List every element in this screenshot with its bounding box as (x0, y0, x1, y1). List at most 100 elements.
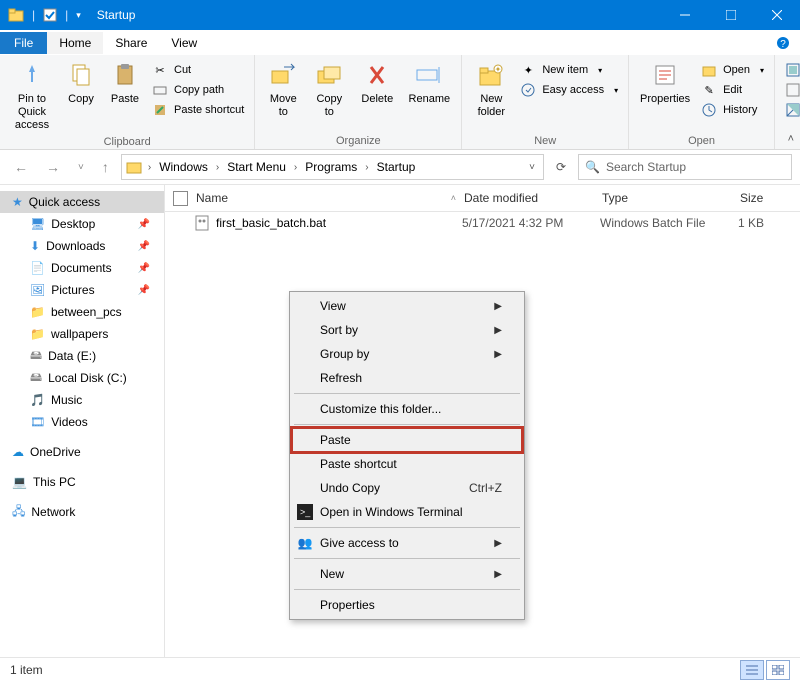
address-dropdown-icon[interactable]: ˅ (529, 162, 539, 173)
title-bar: | | ▾ Startup (0, 0, 800, 30)
copy-path-button[interactable]: Copy path (148, 81, 248, 99)
sidebar-item-network[interactable]: 🖧Network (0, 501, 164, 523)
large-icons-view-button[interactable] (766, 660, 790, 680)
chevron-right-icon[interactable]: › (292, 162, 299, 173)
sidebar-item-music[interactable]: 🎵Music (0, 389, 164, 411)
refresh-button[interactable]: ⟳ (550, 160, 572, 174)
ctx-undo-copy[interactable]: Undo CopyCtrl+Z (292, 476, 522, 500)
sidebar-item-quick-access[interactable]: ★Quick access (0, 191, 164, 213)
status-bar: 1 item (0, 657, 800, 682)
pin-icon (18, 61, 46, 89)
invert-selection-button[interactable]: Invert selection (781, 101, 800, 119)
cut-button[interactable]: ✂Cut (148, 61, 248, 79)
sidebar-item-data-e[interactable]: 🖴Data (E:) (0, 345, 164, 367)
network-icon: 🖧 (12, 502, 25, 523)
sidebar-item-videos[interactable]: 🎞Videos (0, 411, 164, 433)
pin-quick-access-button[interactable]: Pin to Quick access (6, 59, 58, 134)
ctx-sort-by[interactable]: Sort by▶ (292, 318, 522, 342)
breadcrumb[interactable]: Windows (157, 160, 210, 174)
recent-locations-button[interactable]: ˅ (72, 160, 90, 175)
ctx-customize[interactable]: Customize this folder... (292, 397, 522, 421)
group-label: Open (688, 133, 715, 147)
ribbon: Pin to Quick access Copy Paste ✂Cut Copy… (0, 55, 800, 150)
col-size[interactable]: Size (732, 191, 800, 205)
checkbox-icon[interactable] (43, 8, 57, 22)
search-input[interactable]: 🔍 Search Startup (578, 154, 792, 180)
close-button[interactable] (754, 0, 800, 30)
breadcrumb[interactable]: Programs (303, 160, 359, 174)
tab-view[interactable]: View (159, 32, 209, 54)
new-folder-button[interactable]: ✦New folder (468, 59, 514, 121)
group-clipboard: Pin to Quick access Copy Paste ✂Cut Copy… (0, 55, 255, 149)
maximize-button[interactable] (708, 0, 754, 30)
minimize-button[interactable] (662, 0, 708, 30)
back-button[interactable]: ← (8, 157, 34, 177)
col-name[interactable]: Name˄ (188, 191, 456, 205)
history-icon (701, 102, 717, 118)
ctx-paste-shortcut[interactable]: Paste shortcut (292, 452, 522, 476)
sidebar-item-downloads[interactable]: ⬇Downloads📌 (0, 235, 164, 257)
tab-share[interactable]: Share (103, 32, 159, 54)
chevron-right-icon[interactable]: › (146, 162, 153, 173)
collapse-ribbon-icon[interactable]: ˄ (788, 133, 794, 145)
select-all-button[interactable]: Select all (781, 61, 800, 79)
paste-button[interactable]: Paste (104, 59, 146, 108)
new-item-button[interactable]: ✦New item▾ (516, 61, 622, 79)
sidebar-item-wallpapers[interactable]: 📁wallpapers (0, 323, 164, 345)
drive-icon: 🖴 (30, 368, 42, 389)
star-icon: ★ (12, 195, 23, 209)
breadcrumb[interactable]: Startup (375, 160, 418, 174)
chevron-right-icon: ▶ (494, 301, 502, 312)
paste-shortcut-button[interactable]: Paste shortcut (148, 101, 248, 119)
copy-button[interactable]: Copy (60, 59, 102, 108)
file-row[interactable]: first_basic_batch.bat 5/17/2021 4:32 PM … (165, 212, 800, 234)
sidebar-item-documents[interactable]: 📄Documents📌 (0, 257, 164, 279)
ctx-open-terminal[interactable]: >_Open in Windows Terminal (292, 500, 522, 524)
sidebar-item-local-c[interactable]: 🖴Local Disk (C:) (0, 367, 164, 389)
tab-home[interactable]: Home (47, 32, 103, 54)
sidebar-item-pictures[interactable]: 🖼Pictures📌 (0, 279, 164, 301)
ctx-properties[interactable]: Properties (292, 593, 522, 617)
chevron-right-icon[interactable]: › (214, 162, 221, 173)
ctx-new[interactable]: New▶ (292, 562, 522, 586)
col-type[interactable]: Type (594, 191, 732, 205)
details-view-button[interactable] (740, 660, 764, 680)
address-bar[interactable]: › Windows › Start Menu › Programs › Startup… (121, 154, 544, 180)
select-none-button[interactable]: Select none (781, 81, 800, 99)
open-button[interactable]: Open▾ (697, 61, 768, 79)
ctx-refresh[interactable]: Refresh (292, 366, 522, 390)
sidebar-item-onedrive[interactable]: ☁OneDrive (0, 441, 164, 463)
edit-button[interactable]: ✎Edit (697, 81, 768, 99)
forward-button[interactable]: → (40, 157, 66, 177)
ctx-paste[interactable]: Paste (292, 428, 522, 452)
videos-icon: 🎞 (30, 415, 45, 429)
sidebar-item-this-pc[interactable]: 💻This PC (0, 471, 164, 493)
copy-to-button[interactable]: Copy to (307, 59, 351, 121)
select-all-checkbox[interactable] (173, 191, 188, 206)
rename-button[interactable]: Rename (403, 59, 455, 108)
ctx-group-by[interactable]: Group by▶ (292, 342, 522, 366)
properties-button[interactable]: Properties (635, 59, 695, 108)
svg-text:?: ? (780, 39, 786, 50)
tab-file[interactable]: File (0, 32, 47, 54)
easy-access-button[interactable]: Easy access▾ (516, 81, 622, 99)
newitem-icon: ✦ (520, 62, 536, 78)
history-button[interactable]: History (697, 101, 768, 119)
pin-icon: 📌 (138, 263, 150, 274)
sidebar-item-between-pcs[interactable]: 📁between_pcs (0, 301, 164, 323)
column-headers: Name˄ Date modified Type Size (165, 185, 800, 212)
up-button[interactable]: ↑ (96, 157, 115, 177)
file-list[interactable]: Name˄ Date modified Type Size first_basi… (165, 185, 800, 661)
sidebar-item-desktop[interactable]: 🖥Desktop📌 (0, 213, 164, 235)
move-to-button[interactable]: Move to (261, 59, 305, 121)
chevron-right-icon[interactable]: › (363, 162, 370, 173)
help-button[interactable]: ? (766, 32, 800, 54)
chevron-right-icon: ▶ (494, 569, 502, 580)
delete-button[interactable]: Delete (353, 59, 401, 108)
ctx-view[interactable]: View▶ (292, 294, 522, 318)
ctx-give-access[interactable]: 👥Give access to▶ (292, 531, 522, 555)
group-new: ✦New folder ✦New item▾ Easy access▾ New (462, 55, 629, 149)
breadcrumb[interactable]: Start Menu (225, 160, 288, 174)
shortcut-icon (152, 102, 168, 118)
col-date[interactable]: Date modified (456, 191, 594, 205)
